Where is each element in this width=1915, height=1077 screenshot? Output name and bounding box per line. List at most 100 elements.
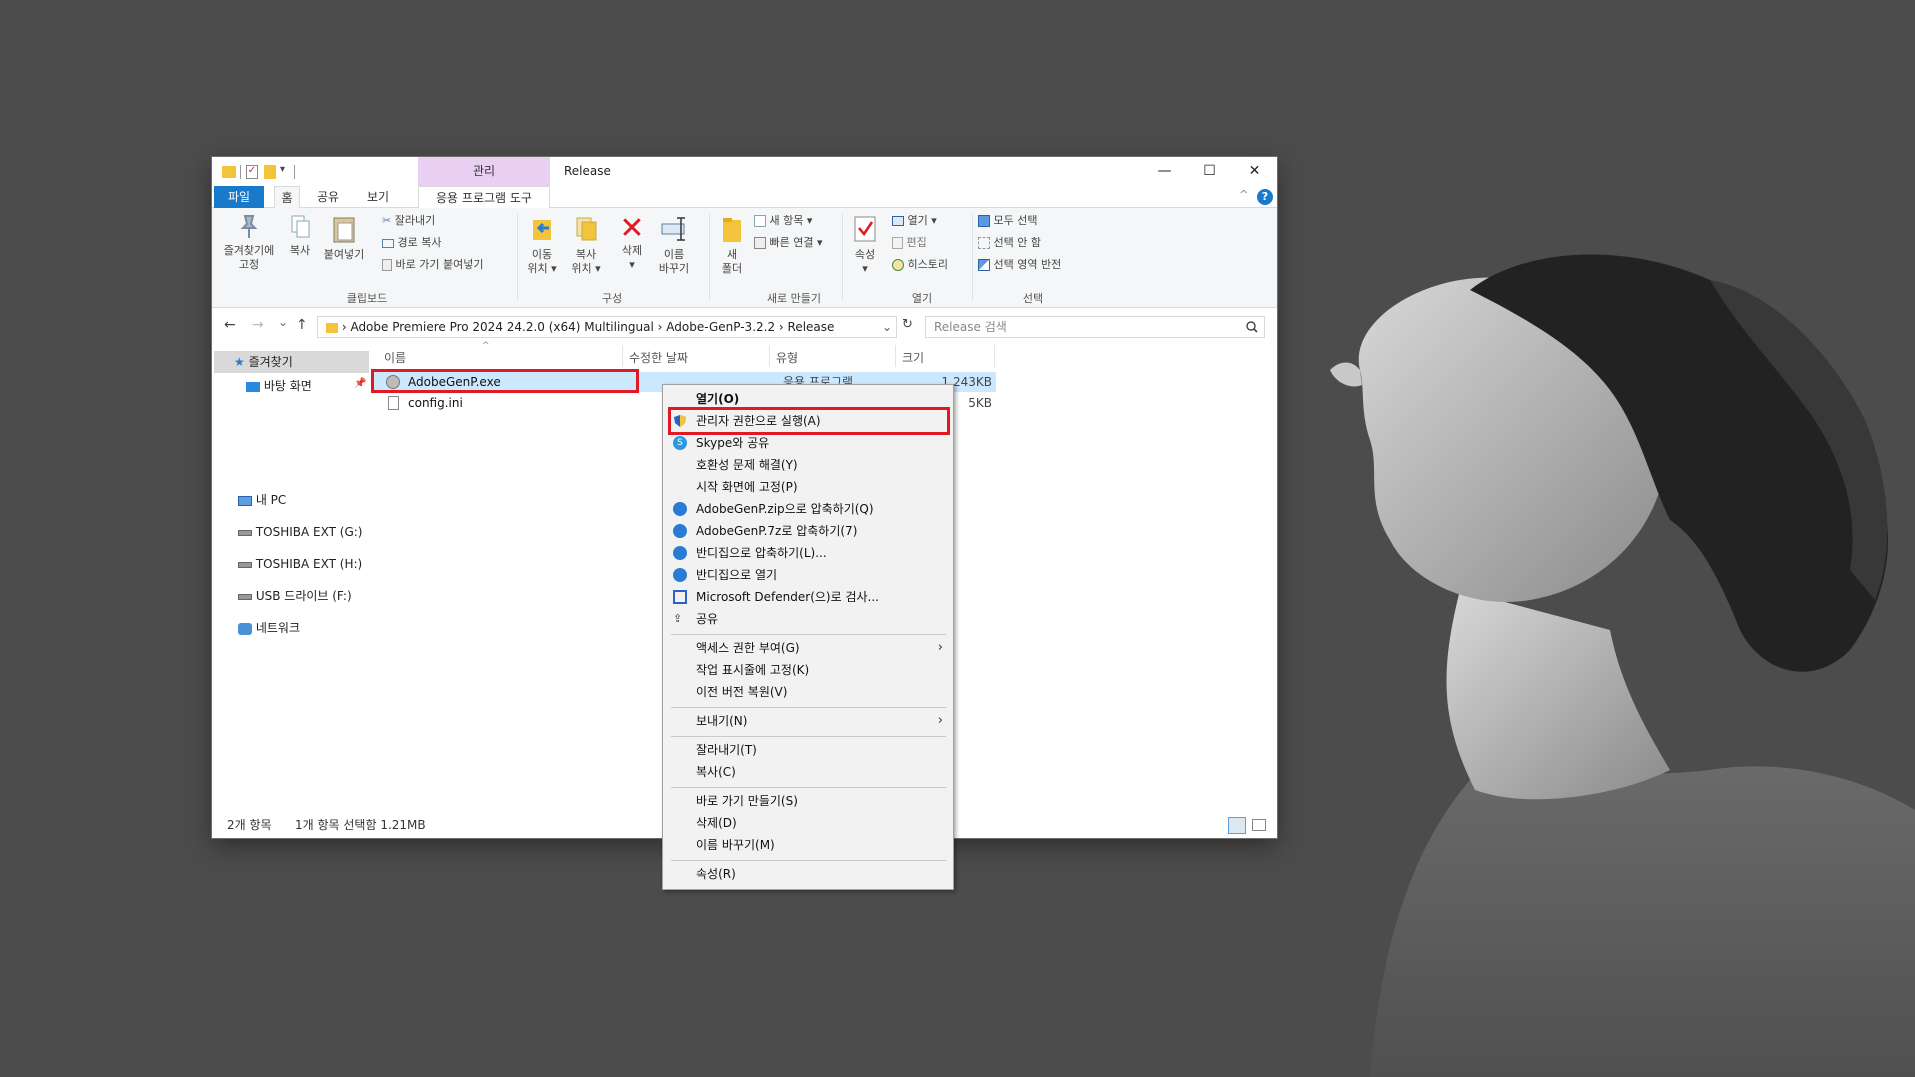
menu-separator (671, 707, 946, 708)
menu-item-7z[interactable]: AdobeGenP.7z로 압축하기(7) (663, 520, 953, 542)
nav-item-network[interactable]: 네트워크 (238, 618, 300, 638)
menu-label: 이름 바꾸기(M) (696, 838, 775, 852)
delete-button[interactable]: ✕ 삭제 ▾ (615, 214, 649, 272)
copyto-label-2: 위치 ▾ (571, 262, 601, 275)
nav-item-this-pc[interactable]: 내 PC (238, 490, 286, 510)
menu-separator (671, 634, 946, 635)
search-input[interactable]: Release 검색 (925, 316, 1265, 338)
menu-item-troubleshoot[interactable]: 호환성 문제 해결(Y) (663, 454, 953, 476)
history-button[interactable]: 히스토리 (892, 254, 948, 276)
pin-icon: 📌 (354, 378, 367, 389)
nav-item-desktop[interactable]: 바탕 화면 (246, 376, 312, 396)
up-button[interactable]: ↑ (296, 317, 308, 333)
refresh-button[interactable]: ↻ (902, 317, 913, 332)
qat-separator (240, 165, 241, 179)
select-all-button[interactable]: 모두 선택 (978, 210, 1037, 232)
tab-share[interactable]: 공유 (308, 186, 348, 208)
menu-item-delete[interactable]: 삭제(D) (663, 812, 953, 834)
paste-button[interactable]: 붙여넣기 (322, 214, 366, 262)
copy-button[interactable]: 복사 (284, 214, 316, 258)
invert-selection-button[interactable]: 선택 영역 반전 (978, 254, 1061, 276)
pin-to-quick-access-button[interactable]: 즐겨찾기에 고정 (218, 214, 280, 272)
copy-label: 복사 (289, 244, 311, 257)
edit-button[interactable]: 편집 (892, 232, 927, 254)
bandizip-icon (673, 502, 687, 516)
highlight-box-run-as-admin (668, 407, 950, 435)
menu-item-cut[interactable]: 잘라내기(T) (663, 739, 953, 761)
forward-button[interactable]: → (252, 317, 264, 333)
open-button[interactable]: 열기 ▾ (892, 210, 937, 232)
nav-label: TOSHIBA EXT (H:) (255, 557, 363, 571)
menu-item-defender[interactable]: Microsoft Defender(으)로 검사... (663, 586, 953, 608)
tab-application-tools[interactable]: 응용 프로그램 도구 (418, 186, 550, 208)
ribbon-tabs: 파일 홈 공유 보기 응용 프로그램 도구 ^ ? (212, 186, 1277, 208)
menu-item-pin-start[interactable]: 시작 화면에 고정(P) (663, 476, 953, 498)
tab-view[interactable]: 보기 (358, 186, 398, 208)
clipboard-group-label: 클립보드 (346, 292, 388, 305)
paste-shortcut-button[interactable]: 바로 가기 붙여넣기 (382, 254, 483, 276)
new-folder-icon (723, 218, 741, 242)
nav-label: 즐겨찾기 (248, 355, 293, 369)
nav-label: 바탕 화면 (263, 379, 312, 393)
recent-locations-button[interactable]: ⌄ (278, 315, 288, 329)
properties-qat-icon[interactable]: ✓ (246, 165, 258, 179)
menu-item-properties[interactable]: 속성(R) (663, 863, 953, 885)
maximize-button[interactable]: ☐ (1187, 157, 1232, 186)
menu-item-create-shortcut[interactable]: 바로 가기 만들기(S) (663, 790, 953, 812)
breadcrumb[interactable]: › Adobe Premiere Pro 2024 24.2.0 (x64) M… (342, 320, 835, 334)
pin-label-1: 즐겨찾기에 (223, 244, 275, 257)
collapse-ribbon-icon[interactable]: ^ (1239, 188, 1248, 201)
menu-item-copy[interactable]: 복사(C) (663, 761, 953, 783)
column-header-name[interactable]: 이름 (384, 349, 406, 366)
new-folder-qat-icon[interactable] (264, 165, 276, 179)
column-header-type[interactable]: 유형 (776, 349, 798, 366)
back-button[interactable]: ← (224, 317, 236, 333)
column-header-date[interactable]: 수정한 날짜 (629, 349, 688, 366)
nav-item-drive-f[interactable]: USB 드라이브 (F:) (238, 586, 352, 606)
menu-item-bandizip-open[interactable]: 반디집으로 열기 (663, 564, 953, 586)
menu-item-give-access[interactable]: 액세스 권한 부여(G) › (663, 637, 953, 659)
tab-file[interactable]: 파일 (214, 186, 264, 208)
move-to-button[interactable]: 이동 위치 ▾ (522, 214, 562, 276)
details-view-icon[interactable] (1228, 817, 1246, 834)
address-field[interactable]: › Adobe Premiere Pro 2024 24.2.0 (x64) M… (317, 316, 897, 338)
menu-item-bandizip-compress[interactable]: 반디집으로 압축하기(L)... (663, 542, 953, 564)
menu-item-skype[interactable]: S Skype와 공유 (663, 432, 953, 454)
new-folder-button[interactable]: 새 폴더 (714, 214, 750, 276)
properties-button[interactable]: 속성 ▾ (847, 214, 883, 276)
menu-item-share[interactable]: ⇪ 공유 (663, 608, 953, 630)
cut-button[interactable]: ✂ 잘라내기 (382, 210, 435, 232)
menu-label: 복사(C) (696, 765, 736, 779)
help-icon[interactable]: ? (1257, 189, 1273, 205)
menu-item-restore[interactable]: 이전 버전 복원(V) (663, 681, 953, 703)
edit-label: 편집 (906, 236, 927, 249)
nav-item-favorites[interactable]: ★ 즐겨찾기 (234, 352, 293, 372)
nav-item-drive-h[interactable]: TOSHIBA EXT (H:) (238, 554, 362, 574)
move-label-2: 위치 ▾ (527, 262, 557, 275)
minimize-button[interactable]: — (1142, 157, 1187, 186)
copy-path-button[interactable]: 경로 복사 (382, 232, 441, 254)
menu-item-pin-taskbar[interactable]: 작업 표시줄에 고정(K) (663, 659, 953, 681)
column-header-size[interactable]: 크기 (902, 349, 924, 366)
nav-item-drive-g[interactable]: TOSHIBA EXT (G:) (238, 522, 362, 542)
bandizip-icon (673, 546, 687, 560)
new-item-button[interactable]: 새 항목 ▾ (754, 210, 812, 232)
group-divider (842, 214, 843, 300)
easy-access-button[interactable]: 빠른 연결 ▾ (754, 232, 823, 254)
menu-item-send-to[interactable]: 보내기(N) › (663, 710, 953, 732)
skype-icon: S (673, 436, 687, 450)
tab-home[interactable]: 홈 (274, 186, 300, 208)
menu-item-rename[interactable]: 이름 바꾸기(M) (663, 834, 953, 856)
large-icons-view-icon[interactable] (1252, 819, 1266, 831)
close-button[interactable]: ✕ (1232, 157, 1277, 186)
copy-to-button[interactable]: 복사 위치 ▾ (565, 214, 607, 276)
chevron-right-icon: › (937, 640, 943, 655)
menu-label: 이전 버전 복원(V) (696, 685, 788, 699)
menu-label: Skype와 공유 (696, 436, 770, 450)
rename-button[interactable]: 이름 바꾸기 (652, 214, 696, 276)
new-item-icon (754, 215, 766, 227)
select-none-button[interactable]: 선택 안 함 (978, 232, 1041, 254)
chevron-down-icon[interactable]: ⌄ (882, 317, 892, 337)
menu-item-zip[interactable]: AdobeGenP.zip으로 압축하기(Q) (663, 498, 953, 520)
qat-dropdown-icon[interactable]: ▾ (280, 164, 285, 178)
